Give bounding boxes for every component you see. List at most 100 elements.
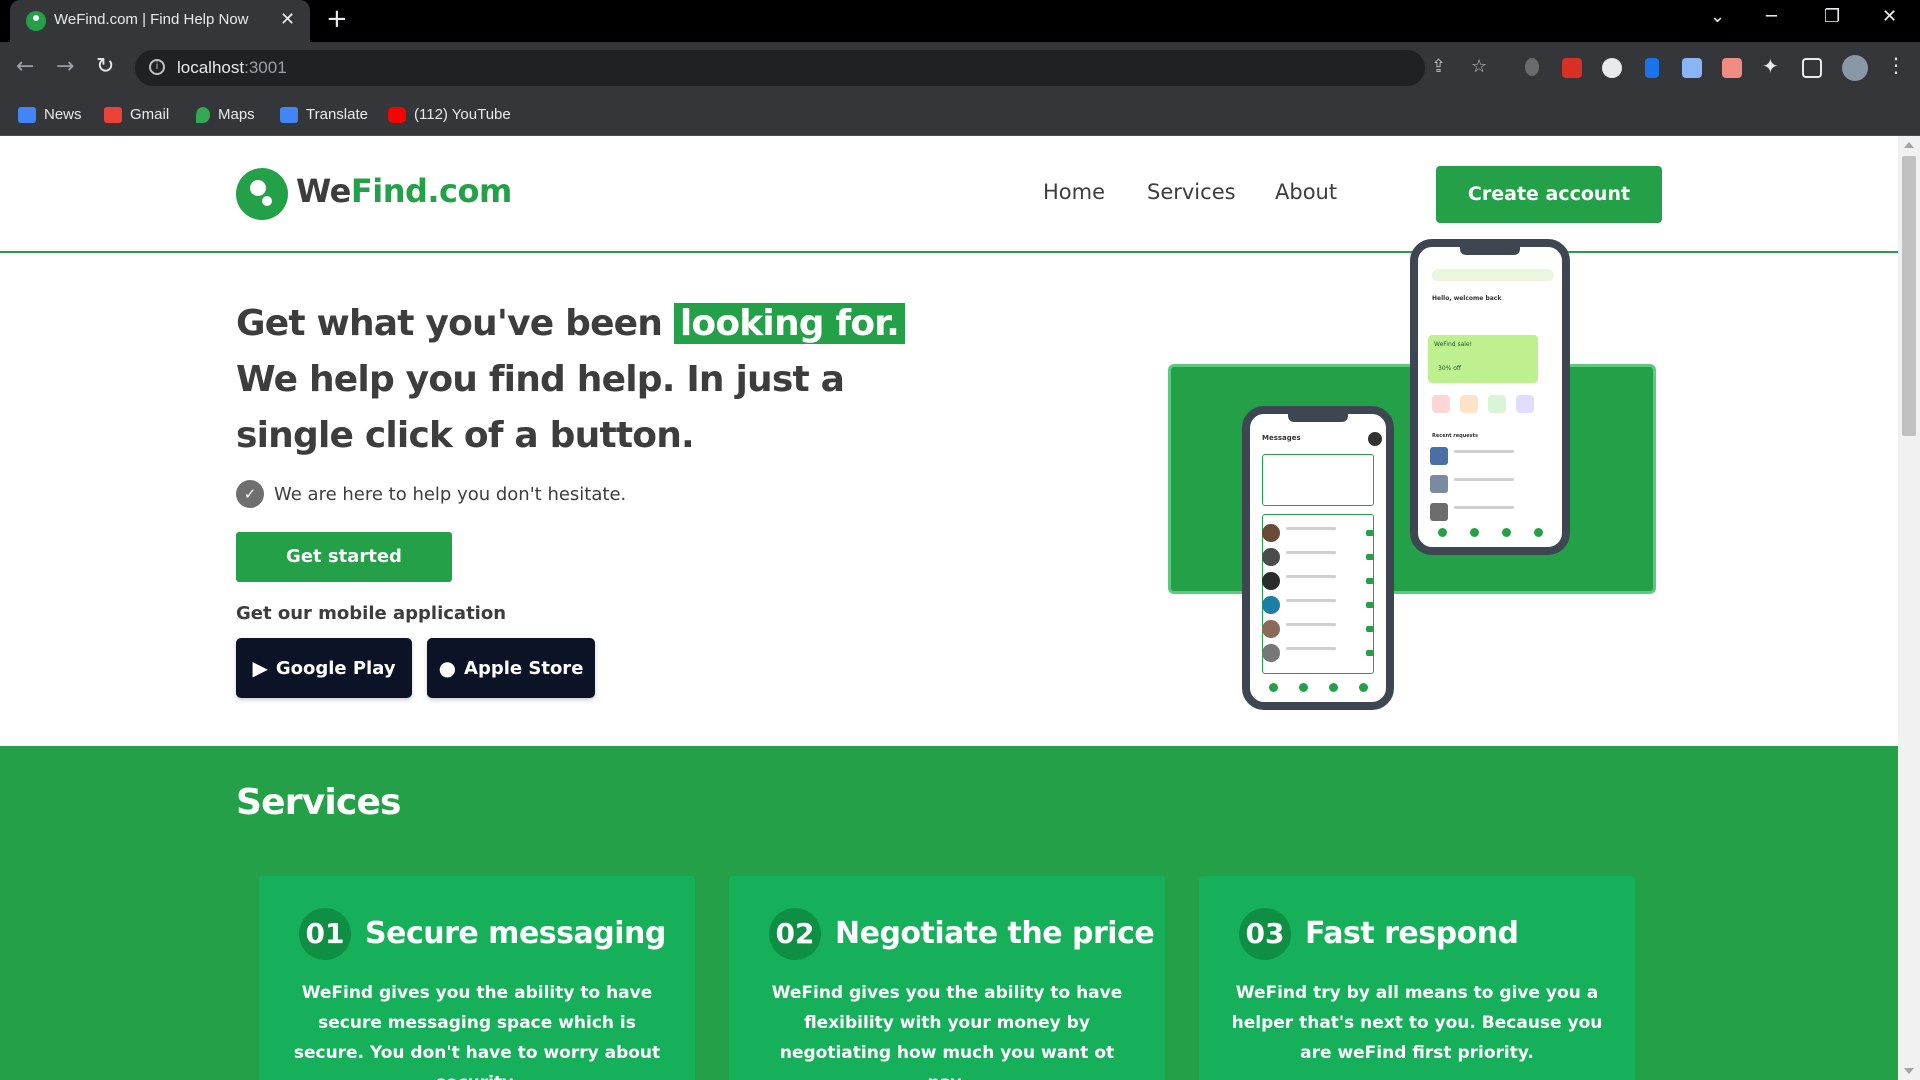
google-play-label: Google Play bbox=[275, 657, 396, 679]
apple-store-button[interactable]: ● Apple Store bbox=[427, 638, 595, 698]
bookmark-youtube[interactable]: (112) YouTube bbox=[388, 106, 511, 123]
logo-find: Find.com bbox=[350, 172, 512, 210]
play-icon: ▶ bbox=[252, 656, 268, 680]
site-logo[interactable]: WeFind.com bbox=[296, 172, 512, 210]
card-title: Fast respond bbox=[1305, 916, 1519, 951]
bookmark-label: Gmail bbox=[130, 106, 170, 123]
bookmarks-bar: News Gmail Maps Translate (112) YouTube bbox=[0, 94, 1920, 136]
phone-messages-title: Messages bbox=[1262, 434, 1301, 442]
bookmark-translate[interactable]: Translate bbox=[280, 106, 368, 123]
translate-icon bbox=[280, 106, 298, 123]
service-card-fast-respond: 03 Fast respond WeFind try by all means … bbox=[1199, 876, 1635, 1080]
close-tab-icon[interactable]: ✕ bbox=[280, 9, 295, 30]
phone-home-mockup: Hello, welcome back WeFind sale! 30% off… bbox=[1410, 239, 1570, 555]
wefind-logo-icon[interactable] bbox=[236, 168, 288, 220]
promo-discount: 30% off bbox=[1438, 365, 1462, 372]
restore-icon[interactable]: ❐ bbox=[1824, 6, 1840, 27]
hero-heading-highlight: looking for. bbox=[673, 303, 905, 344]
bookmark-label: News bbox=[44, 106, 82, 123]
tab-search-icon[interactable]: ⌄ bbox=[1710, 6, 1725, 27]
scroll-down-icon[interactable] bbox=[1904, 1068, 1914, 1074]
extension-5-icon[interactable] bbox=[1682, 58, 1702, 78]
browser-tab[interactable]: WeFind.com | Find Help Now ✕ bbox=[10, 0, 310, 42]
extensions-puzzle-icon[interactable]: ✦ bbox=[1762, 54, 1782, 78]
verified-badge-icon: ✓ bbox=[236, 480, 264, 508]
tab-title: WeFind.com | Find Help Now bbox=[54, 11, 249, 28]
create-account-button[interactable]: Create account bbox=[1436, 166, 1662, 223]
share-icon[interactable]: ⇪ bbox=[1431, 56, 1446, 77]
bookmark-news[interactable]: News bbox=[18, 106, 82, 123]
url-text[interactable]: localhost:3001 bbox=[177, 58, 287, 78]
card-description: WeFind gives you the ability to have sec… bbox=[293, 983, 661, 1080]
back-icon[interactable]: ← bbox=[16, 54, 34, 79]
phone-messages-mockup: Messages bbox=[1242, 406, 1394, 710]
phone-avatar bbox=[1368, 432, 1382, 446]
browser-menu-icon[interactable]: ⋮ bbox=[1886, 53, 1906, 77]
extension-2-icon[interactable] bbox=[1562, 58, 1582, 78]
phone-recent-title: Recent requests bbox=[1432, 433, 1479, 439]
hero-tagline: ✓ We are here to help you don't hesitate… bbox=[236, 480, 626, 508]
new-tab-icon[interactable]: + bbox=[326, 4, 348, 34]
gmail-icon bbox=[104, 106, 122, 123]
hero-heading-part: Get what you've been bbox=[236, 303, 674, 344]
google-play-button[interactable]: ▶ Google Play bbox=[236, 638, 412, 698]
promo-title: WeFind sale! bbox=[1434, 341, 1473, 348]
browser-tabbar: WeFind.com | Find Help Now ✕ + ⌄ ─ ❐ ✕ bbox=[0, 0, 1920, 42]
nav-home[interactable]: Home bbox=[1043, 180, 1105, 204]
phone-promo-banner: WeFind sale! 30% off bbox=[1428, 335, 1538, 383]
browser-toolbar: ← → ↻ i localhost:3001 ⇪ ☆ bbox=[0, 42, 1920, 94]
phone-welcome-title: Hello, welcome back bbox=[1432, 295, 1502, 302]
minimize-icon[interactable]: ─ bbox=[1766, 6, 1777, 27]
service-card-negotiate: 02 Negotiate the price WeFind gives you … bbox=[729, 876, 1165, 1080]
get-started-button[interactable]: Get started bbox=[236, 532, 452, 582]
card-description: WeFind try by all means to give you a he… bbox=[1231, 983, 1603, 1063]
bookmark-maps[interactable]: Maps bbox=[196, 106, 255, 123]
page-content: WeFind.com Home Services About Create ac… bbox=[0, 136, 1898, 1080]
bookmark-label: Maps bbox=[218, 106, 255, 123]
wefind-favicon-icon bbox=[26, 11, 46, 31]
card-number: 02 bbox=[769, 908, 821, 960]
youtube-icon bbox=[388, 106, 406, 123]
card-title: Secure messaging bbox=[365, 916, 666, 951]
extension-1-icon[interactable] bbox=[1525, 58, 1539, 76]
nav-services[interactable]: Services bbox=[1147, 180, 1236, 204]
bookmark-gmail[interactable]: Gmail bbox=[104, 106, 169, 123]
extension-6-icon[interactable] bbox=[1722, 58, 1742, 78]
url-host: localhost bbox=[177, 58, 245, 77]
service-card-secure-messaging: 01 Secure messaging WeFind gives you the… bbox=[259, 876, 695, 1080]
logo-we: We bbox=[296, 172, 351, 210]
close-window-icon[interactable]: ✕ bbox=[1882, 6, 1897, 27]
side-panel-icon[interactable] bbox=[1802, 58, 1822, 78]
apple-store-label: Apple Store bbox=[464, 657, 584, 679]
phone-recent-box bbox=[1262, 454, 1374, 506]
card-number: 03 bbox=[1239, 908, 1291, 960]
hero-heading-part: We help you find help. In just a single … bbox=[236, 359, 845, 456]
hero-heading: Get what you've been looking for. We hel… bbox=[236, 296, 936, 464]
reload-icon[interactable]: ↻ bbox=[96, 54, 114, 79]
card-number: 01 bbox=[299, 908, 351, 960]
address-bar[interactable]: i localhost:3001 ⇪ ☆ bbox=[135, 50, 1487, 86]
card-title: Negotiate the price bbox=[835, 916, 1155, 951]
nav-about[interactable]: About bbox=[1275, 180, 1337, 204]
site-header: WeFind.com Home Services About Create ac… bbox=[0, 136, 1898, 253]
services-heading: Services bbox=[236, 782, 402, 823]
services-section: Services 01 Secure messaging WeFind give… bbox=[0, 746, 1898, 1080]
maps-icon bbox=[196, 106, 210, 123]
bookmark-label: Translate bbox=[306, 106, 368, 123]
extension-4-icon[interactable] bbox=[1645, 58, 1659, 78]
page-scrollbar[interactable] bbox=[1898, 136, 1920, 1080]
card-description: WeFind gives you the ability to have fle… bbox=[771, 983, 1123, 1080]
forward-icon[interactable]: → bbox=[56, 54, 74, 79]
url-port: :3001 bbox=[244, 58, 287, 77]
mobile-app-label: Get our mobile application bbox=[236, 603, 507, 624]
bookmark-label: (112) YouTube bbox=[414, 106, 511, 123]
apple-icon: ● bbox=[438, 656, 457, 680]
bookmark-star-icon[interactable]: ☆ bbox=[1471, 56, 1487, 77]
scroll-thumb[interactable] bbox=[1902, 156, 1916, 436]
extension-3-icon[interactable] bbox=[1602, 58, 1622, 78]
news-icon bbox=[18, 106, 36, 123]
scroll-up-icon[interactable] bbox=[1904, 142, 1914, 148]
profile-avatar[interactable] bbox=[1842, 55, 1868, 81]
site-info-icon[interactable]: i bbox=[149, 59, 165, 75]
tagline-text: We are here to help you don't hesitate. bbox=[274, 483, 627, 505]
